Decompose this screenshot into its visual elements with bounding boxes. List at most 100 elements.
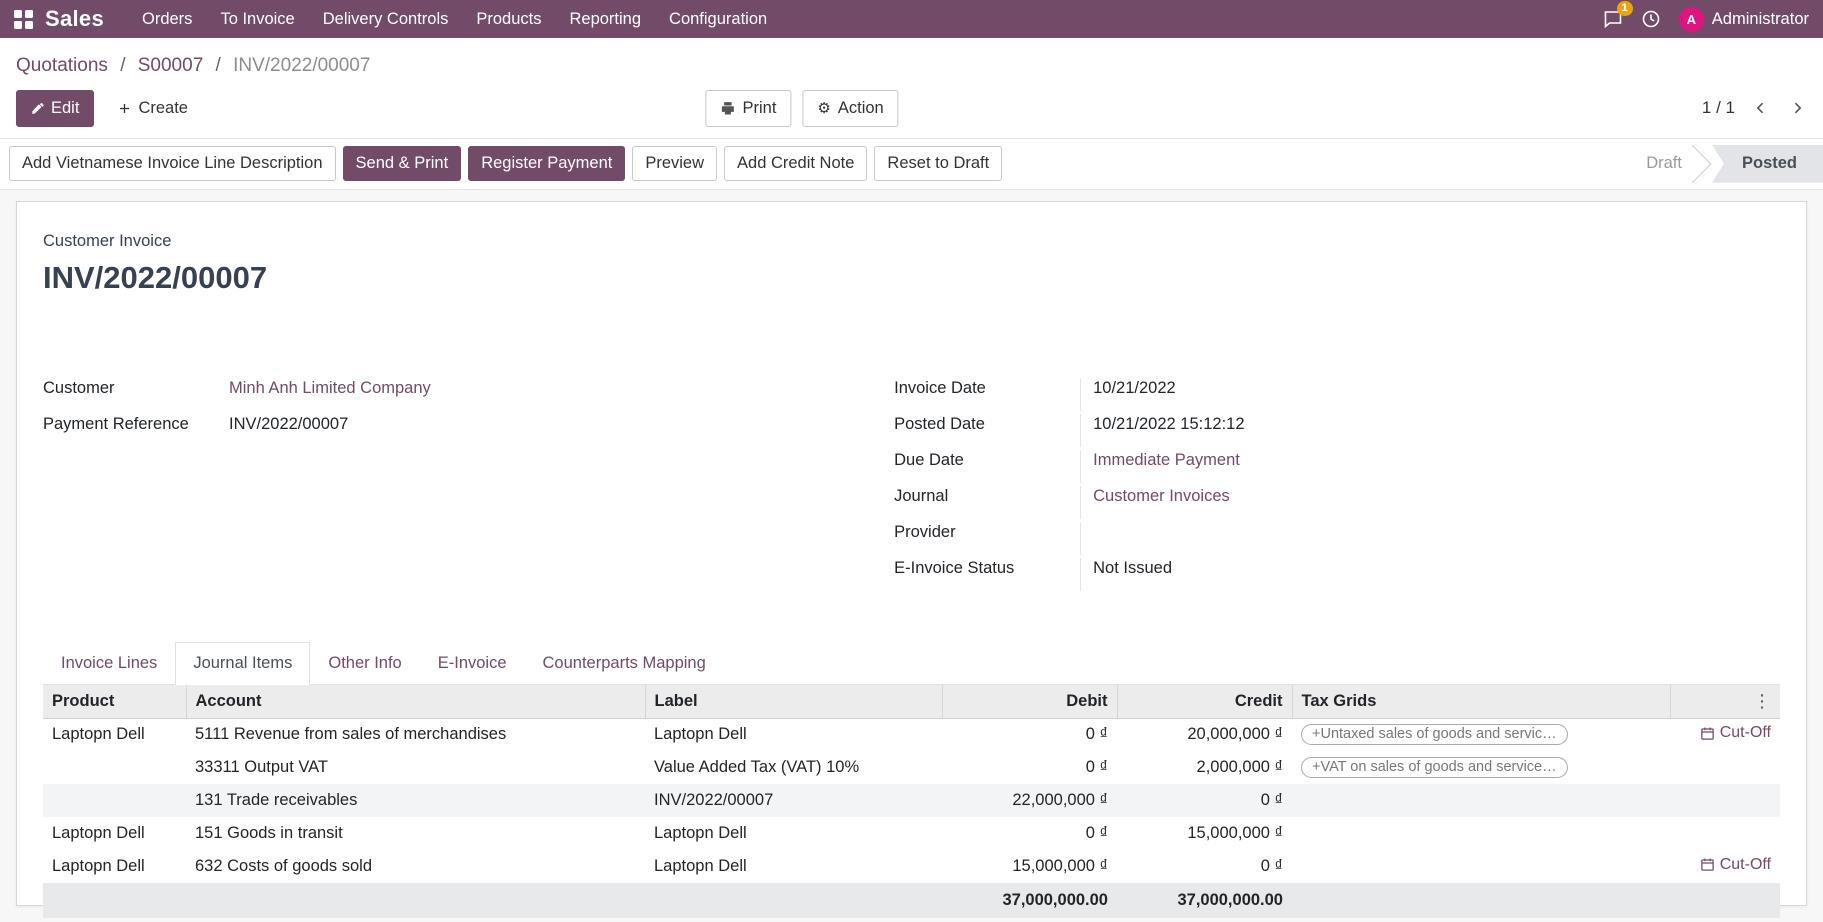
payment-reference-field-value: INV/2022/00007 bbox=[229, 414, 348, 434]
table-row[interactable]: 131 Trade receivables INV/2022/00007 22,… bbox=[43, 784, 1780, 817]
cell-cutoff bbox=[1670, 784, 1780, 817]
cell-label: Laptopn Dell bbox=[645, 718, 942, 751]
print-button[interactable]: Print bbox=[705, 90, 791, 127]
cell-label: Laptopn Dell bbox=[645, 817, 942, 850]
column-header-debit[interactable]: Debit bbox=[942, 685, 1117, 719]
menu-products[interactable]: Products bbox=[462, 0, 555, 38]
main-menu: Orders To Invoice Delivery Controls Prod… bbox=[128, 0, 781, 38]
tab-invoice-lines[interactable]: Invoice Lines bbox=[43, 642, 175, 685]
journal-field-label: Journal bbox=[894, 486, 1080, 506]
edit-button[interactable]: Edit bbox=[16, 90, 94, 127]
column-header-account[interactable]: Account bbox=[186, 685, 645, 719]
user-menu[interactable]: A Administrator bbox=[1679, 7, 1809, 32]
activities-button[interactable] bbox=[1641, 9, 1661, 29]
send-print-button[interactable]: Send & Print bbox=[343, 146, 462, 181]
table-row[interactable]: Laptopn Dell 5111 Revenue from sales of … bbox=[43, 718, 1780, 751]
cell-product: Laptopn Dell bbox=[43, 817, 186, 850]
menu-reporting[interactable]: Reporting bbox=[555, 0, 655, 38]
cell-tax-grids bbox=[1292, 850, 1670, 883]
column-header-tax-grids[interactable]: Tax Grids bbox=[1292, 685, 1670, 719]
invoice-form-sheet: Customer Invoice INV/2022/00007 Customer… bbox=[16, 201, 1807, 906]
cell-cutoff: Cut-Off bbox=[1670, 850, 1780, 883]
add-vietnamese-description-button[interactable]: Add Vietnamese Invoice Line Description bbox=[9, 146, 336, 181]
add-credit-note-button[interactable]: Add Credit Note bbox=[724, 146, 867, 181]
cell-tax-grids bbox=[1292, 784, 1670, 817]
state-draft[interactable]: Draft bbox=[1624, 145, 1712, 183]
tab-e-invoice[interactable]: E-Invoice bbox=[420, 642, 525, 685]
cell-cutoff: Cut-Off bbox=[1670, 718, 1780, 751]
provider-field-value bbox=[1080, 522, 1780, 555]
due-date-field-value[interactable]: Immediate Payment bbox=[1080, 450, 1780, 483]
breadcrumb-separator: / bbox=[216, 55, 221, 76]
breadcrumb-quotations[interactable]: Quotations bbox=[16, 55, 108, 76]
journal-items-table: Product Account Label Debit Credit Tax G… bbox=[43, 685, 1780, 919]
preview-button[interactable]: Preview bbox=[632, 146, 717, 181]
table-row[interactable]: Laptopn Dell 632 Costs of goods sold Lap… bbox=[43, 850, 1780, 883]
breadcrumb: Quotations / S00007 / INV/2022/00007 bbox=[0, 38, 1823, 81]
cell-label: Laptopn Dell bbox=[645, 850, 942, 883]
cutoff-button[interactable]: Cut-Off bbox=[1700, 724, 1771, 742]
invoice-date-field-label: Invoice Date bbox=[894, 378, 1080, 398]
menu-to-invoice[interactable]: To Invoice bbox=[206, 0, 308, 38]
cell-debit: 0 ₫ bbox=[942, 718, 1117, 751]
column-header-credit[interactable]: Credit bbox=[1117, 685, 1292, 719]
cell-label: Value Added Tax (VAT) 10% bbox=[645, 751, 942, 784]
invoice-number-title: INV/2022/00007 bbox=[43, 260, 1780, 296]
cell-credit: 15,000,000 ₫ bbox=[1117, 817, 1292, 850]
breadcrumb-current: INV/2022/00007 bbox=[233, 55, 370, 76]
chevron-right-icon bbox=[1789, 99, 1805, 117]
table-row[interactable]: Laptopn Dell 151 Goods in transit Laptop… bbox=[43, 817, 1780, 850]
cell-account: 632 Costs of goods sold bbox=[186, 850, 645, 883]
app-name[interactable]: Sales bbox=[45, 6, 104, 32]
messages-button[interactable]: 1 bbox=[1603, 9, 1623, 29]
pager: 1 / 1 bbox=[1702, 97, 1807, 119]
total-credit: 37,000,000.00 bbox=[1117, 883, 1292, 918]
topbar-systray: 1 A Administrator bbox=[1603, 7, 1809, 32]
clock-icon bbox=[1641, 9, 1661, 29]
cell-debit: 15,000,000 ₫ bbox=[942, 850, 1117, 883]
posted-date-field-label: Posted Date bbox=[894, 414, 1080, 434]
calendar-icon bbox=[1700, 726, 1715, 741]
state-posted[interactable]: Posted bbox=[1712, 145, 1823, 183]
cutoff-button-label: Cut-Off bbox=[1720, 856, 1771, 874]
column-header-product[interactable]: Product bbox=[43, 685, 186, 719]
pager-next-button[interactable] bbox=[1787, 97, 1807, 119]
top-navbar: Sales Orders To Invoice Delivery Control… bbox=[0, 0, 1823, 38]
tab-other-info[interactable]: Other Info bbox=[310, 642, 419, 685]
einvoice-status-field-label: E-Invoice Status bbox=[894, 558, 1080, 578]
table-row[interactable]: 33311 Output VAT Value Added Tax (VAT) 1… bbox=[43, 751, 1780, 784]
tab-journal-items[interactable]: Journal Items bbox=[175, 642, 310, 685]
apps-menu-icon[interactable] bbox=[14, 10, 33, 29]
pager-previous-button[interactable] bbox=[1751, 97, 1771, 119]
optional-columns-icon[interactable]: ⋮ bbox=[1753, 692, 1771, 710]
cell-account: 33311 Output VAT bbox=[186, 751, 645, 784]
cell-credit: 0 ₫ bbox=[1117, 850, 1292, 883]
control-panel: Edit Create Print ⚙ Action 1 / 1 bbox=[0, 81, 1823, 138]
cutoff-button[interactable]: Cut-Off bbox=[1700, 856, 1771, 874]
calendar-icon bbox=[1700, 857, 1715, 872]
cell-account: 5111 Revenue from sales of merchandises bbox=[186, 718, 645, 751]
notebook-tabs: Invoice Lines Journal Items Other Info E… bbox=[43, 642, 1780, 685]
cell-credit: 20,000,000 ₫ bbox=[1117, 718, 1292, 751]
tab-counterparts-mapping[interactable]: Counterparts Mapping bbox=[525, 642, 724, 685]
menu-orders[interactable]: Orders bbox=[128, 0, 206, 38]
register-payment-button[interactable]: Register Payment bbox=[468, 146, 625, 181]
menu-configuration[interactable]: Configuration bbox=[655, 0, 781, 38]
customer-field-label: Customer bbox=[43, 378, 229, 398]
cell-tax-grids: +VAT on sales of goods and service… bbox=[1292, 751, 1670, 784]
breadcrumb-sale-order[interactable]: S00007 bbox=[138, 55, 204, 76]
reset-to-draft-button[interactable]: Reset to Draft bbox=[874, 146, 1002, 181]
action-button[interactable]: ⚙ Action bbox=[802, 90, 898, 127]
message-count-badge: 1 bbox=[1617, 1, 1633, 16]
column-header-label[interactable]: Label bbox=[645, 685, 942, 719]
edit-button-label: Edit bbox=[51, 98, 79, 119]
menu-delivery-controls[interactable]: Delivery Controls bbox=[309, 0, 463, 38]
cell-credit: 2,000,000 ₫ bbox=[1117, 751, 1292, 784]
create-button[interactable]: Create bbox=[103, 90, 203, 127]
journal-field-value[interactable]: Customer Invoices bbox=[1080, 486, 1780, 519]
tax-grid-tag: +Untaxed sales of goods and servic… bbox=[1301, 724, 1568, 745]
customer-field-value[interactable]: Minh Anh Limited Company bbox=[229, 378, 431, 398]
cutoff-button-label: Cut-Off bbox=[1720, 724, 1771, 742]
cell-tax-grids: +Untaxed sales of goods and servic… bbox=[1292, 718, 1670, 751]
cell-debit: 0 ₫ bbox=[942, 751, 1117, 784]
